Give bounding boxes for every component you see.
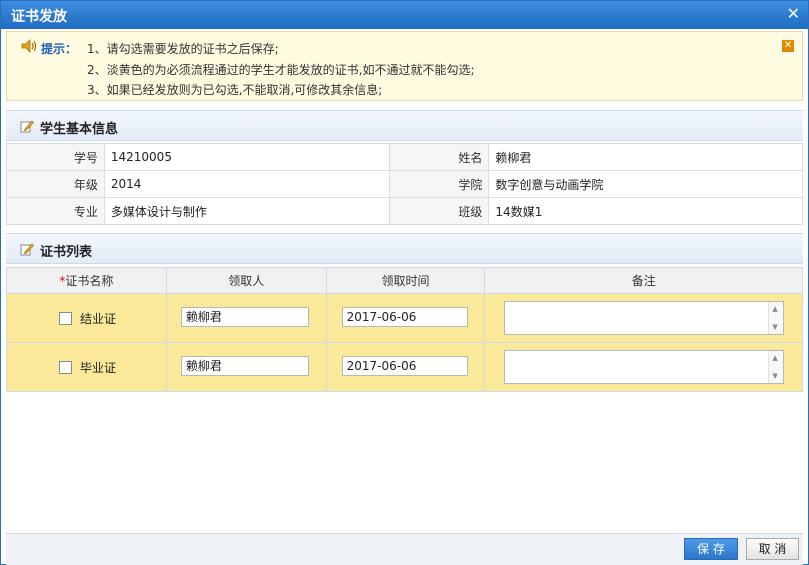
- cert-checkbox[interactable]: [59, 360, 72, 374]
- student-info-header: 学生基本信息: [6, 110, 803, 141]
- student-info-title: 学生基本信息: [40, 122, 119, 137]
- table-row: 学号 14210005 姓名 赖柳君: [6, 143, 803, 171]
- major-value: 多媒体设计与制作: [103, 197, 390, 225]
- student-name-label: 姓名: [388, 143, 490, 171]
- tip-line-3: 3、如果已经发放则为已勾选,不能取消,可修改其余信息;: [87, 83, 383, 97]
- grade-label: 年级: [6, 170, 105, 198]
- col-header-receiver: 领取人: [165, 267, 327, 294]
- tip-close-icon[interactable]: ✕: [782, 40, 794, 52]
- class-label: 班级: [388, 197, 490, 225]
- note-scrollbar[interactable]: ▲ ▼: [768, 302, 784, 334]
- receiver-input[interactable]: 赖柳君: [180, 356, 309, 376]
- scroll-up-icon[interactable]: ▲: [772, 354, 777, 362]
- tip-line-2: 2、淡黄色的为必须流程通过的学生才能发放的证书,如不通过就不能勾选;: [87, 63, 475, 77]
- tip-panel: 提示： 1、请勾选需要发放的证书之后保存; 2、淡黄色的为必须流程通过的学生才能…: [6, 31, 803, 101]
- tip-line-1: 1、请勾选需要发放的证书之后保存;: [87, 42, 279, 56]
- note-cell: ▲ ▼: [484, 293, 803, 343]
- scroll-down-icon[interactable]: ▼: [772, 323, 777, 331]
- table-row: 专业 多媒体设计与制作 班级 14数媒1: [6, 197, 803, 225]
- student-id-value: 14210005: [103, 143, 390, 171]
- cert-table-header: *证书名称 领取人 领取时间 备注: [6, 267, 803, 294]
- cert-table: *证书名称 领取人 领取时间 备注 结业证 赖柳君 2017-06-06 ▲▼: [6, 267, 803, 392]
- col-header-time: 领取时间: [325, 267, 486, 294]
- receiver-cell: 赖柳君: [165, 342, 327, 392]
- close-icon[interactable]: ✕: [787, 5, 800, 23]
- cancel-button[interactable]: 取 消: [746, 538, 799, 560]
- dialog-titlebar: 证书发放 ✕: [1, 1, 808, 29]
- edit-icon: [20, 243, 34, 256]
- table-row: 结业证 赖柳君 2017-06-06 ▲ ▼: [6, 293, 803, 343]
- dialog-title: 证书发放: [11, 9, 67, 25]
- cert-list-header: 证书列表: [6, 233, 803, 264]
- time-cell: 2017-06-06: [325, 342, 486, 392]
- col-header-note: 备注: [484, 267, 803, 294]
- note-cell: ▲ ▼: [484, 342, 803, 392]
- col-header-cert-name: *证书名称: [6, 267, 167, 294]
- receive-time-input[interactable]: 2017-06-06: [341, 307, 468, 327]
- scroll-up-icon[interactable]: ▲: [772, 305, 777, 313]
- cert-name-cell: 结业证: [6, 293, 167, 343]
- tip-label: 提示：: [41, 42, 78, 56]
- save-button[interactable]: 保 存: [684, 538, 738, 560]
- scroll-down-icon[interactable]: ▼: [772, 372, 777, 380]
- table-row: 年级 2014 学院 数字创意与动画学院: [6, 170, 803, 198]
- dialog-footer: 保 存 取 消: [6, 533, 803, 565]
- cert-checkbox[interactable]: [59, 311, 72, 325]
- grade-value: 2014: [103, 170, 390, 198]
- cert-list-title: 证书列表: [40, 245, 93, 260]
- receiver-input[interactable]: 赖柳君: [180, 307, 309, 327]
- note-scrollbar[interactable]: ▲ ▼: [768, 351, 784, 383]
- cert-name: 结业证: [80, 311, 117, 326]
- student-id-label: 学号: [6, 143, 105, 171]
- receive-time-input[interactable]: 2017-06-06: [341, 356, 468, 376]
- college-value: 数字创意与动画学院: [488, 170, 803, 198]
- certificate-dialog: 证书发放 ✕ 提示： 1、请勾选需要发放的证书之后保存; 2、淡黄色的为必须流程…: [0, 0, 809, 565]
- student-info-table: 学号 14210005 姓名 赖柳君 年级 2014 学院 数字创意与动画学院 …: [6, 143, 803, 225]
- speaker-icon: [21, 39, 37, 53]
- college-label: 学院: [388, 170, 490, 198]
- note-textarea[interactable]: ▲ ▼: [504, 301, 785, 335]
- major-label: 专业: [6, 197, 105, 225]
- edit-icon: [20, 120, 34, 133]
- note-textarea[interactable]: ▲ ▼: [504, 350, 785, 384]
- time-cell: 2017-06-06: [325, 293, 486, 343]
- table-row: 毕业证 赖柳君 2017-06-06 ▲ ▼: [6, 342, 803, 392]
- class-value: 14数媒1: [488, 197, 803, 225]
- receiver-cell: 赖柳君: [165, 293, 327, 343]
- cert-name: 毕业证: [80, 360, 117, 375]
- cert-name-cell: 毕业证: [6, 342, 167, 392]
- student-name-value: 赖柳君: [488, 143, 803, 171]
